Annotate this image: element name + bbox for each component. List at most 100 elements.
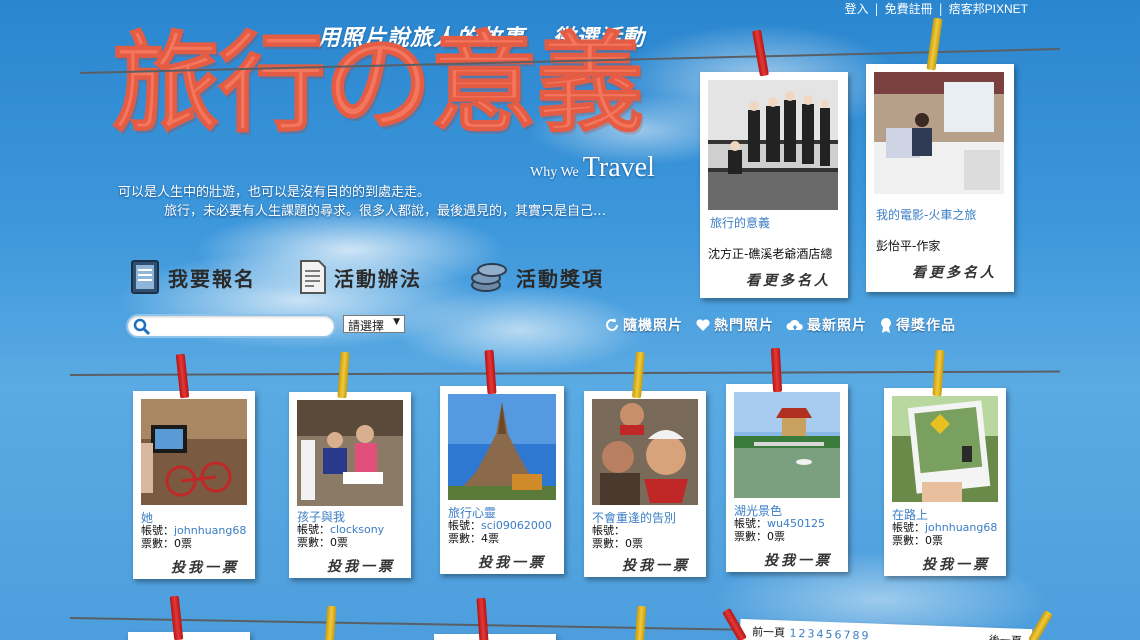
account-link[interactable]: wu450125 bbox=[767, 517, 825, 530]
intro-line-1: 可以是人生中的壯遊，也可以是沒有目的的到處走走。 bbox=[118, 185, 431, 200]
vote-button[interactable]: 投我一票 bbox=[171, 557, 239, 577]
account-link[interactable]: sci09062000 bbox=[481, 519, 552, 532]
subtitle-why-we: Why We bbox=[530, 165, 579, 180]
next-page-link[interactable]: 後一頁 bbox=[989, 632, 1023, 640]
clothespin-icon bbox=[770, 347, 783, 393]
photo-card[interactable]: 在路上 帳號：johnhuang68 票數：0票 投我一票 bbox=[884, 388, 1006, 576]
search-box bbox=[126, 314, 336, 338]
notebook-icon bbox=[131, 260, 159, 294]
vote-count: 票數：0票 bbox=[592, 537, 643, 550]
page-title: 旅行の意義 bbox=[111, 21, 644, 147]
page-link[interactable]: 1 bbox=[789, 627, 796, 640]
page-link[interactable]: 6 bbox=[834, 628, 841, 640]
filter-winners[interactable]: 得獎作品 bbox=[879, 315, 956, 335]
filter-popular[interactable]: 熱門照片 bbox=[695, 315, 774, 335]
clothespin-icon bbox=[484, 349, 497, 395]
featured-card[interactable]: 旅行的意義 沈方正-礁溪老爺酒店總 看更多名人 bbox=[700, 72, 848, 298]
page-numbers: 123456789 bbox=[788, 627, 869, 640]
refresh-icon bbox=[606, 318, 618, 331]
featured-author: 彭怡平-作家 bbox=[876, 239, 941, 253]
contest-photo[interactable] bbox=[297, 400, 403, 506]
photo-meta: 帳號： 票數：0票 bbox=[592, 524, 643, 550]
contest-photo[interactable] bbox=[734, 392, 840, 498]
contest-photo[interactable] bbox=[892, 396, 998, 502]
vote-count: 票數：0票 bbox=[141, 537, 192, 550]
rules-label: 活動辦法 bbox=[334, 266, 422, 291]
more-celebrities-link[interactable]: 看更多名人 bbox=[746, 270, 831, 290]
contest-photo[interactable] bbox=[141, 399, 247, 505]
photo-meta: 帳號：wu450125 票數：0票 bbox=[734, 517, 825, 543]
page-link[interactable]: 3 bbox=[807, 627, 814, 640]
clothespin-icon bbox=[324, 605, 337, 640]
document-icon bbox=[300, 260, 326, 294]
page-link[interactable]: 8 bbox=[852, 629, 859, 640]
vote-count: 票數：0票 bbox=[297, 536, 348, 549]
vote-button[interactable]: 投我一票 bbox=[327, 556, 395, 576]
photo-meta: 帳號：sci09062000 票數：4票 bbox=[448, 519, 552, 545]
dropdown-arrow-icon: ▼ bbox=[393, 317, 400, 327]
featured-photo[interactable] bbox=[708, 80, 838, 210]
featured-author: 沈方正-礁溪老爺酒店總 bbox=[708, 247, 833, 261]
photo-filters: 隨機照片 熱門照片 最新照片 得獎作品 bbox=[604, 315, 956, 335]
clothespin-icon bbox=[476, 597, 489, 640]
contest-photo[interactable] bbox=[448, 394, 556, 500]
search-icon[interactable] bbox=[133, 318, 151, 336]
rules-button[interactable]: 活動辦法 bbox=[296, 258, 422, 296]
top-nav: 登入 | 免費註冊 | 痞客邦PIXNET bbox=[845, 0, 1028, 17]
register-link[interactable]: 免費註冊 bbox=[885, 2, 933, 16]
filter-latest[interactable]: 最新照片 bbox=[786, 315, 867, 335]
more-celebrities-link[interactable]: 看更多名人 bbox=[912, 262, 997, 282]
heart-icon bbox=[696, 319, 710, 331]
page-link[interactable]: 2 bbox=[798, 627, 805, 640]
subtitle-travel: Travel bbox=[582, 152, 655, 183]
vote-button[interactable]: 投我一票 bbox=[622, 555, 690, 575]
photo-card[interactable]: 湖光景色 帳號：wu450125 票數：0票 投我一票 bbox=[726, 384, 848, 572]
prizes-label: 活動獎項 bbox=[516, 266, 604, 291]
page-link[interactable]: 5 bbox=[825, 628, 832, 640]
photo-card[interactable]: 孩子與我 帳號：clocksony 票數：0票 投我一票 bbox=[289, 392, 411, 578]
contest-photo[interactable] bbox=[592, 399, 698, 505]
clothespin-icon bbox=[752, 29, 769, 77]
pixnet-link[interactable]: 痞客邦PIXNET bbox=[949, 2, 1028, 16]
featured-photo[interactable] bbox=[874, 72, 1004, 194]
photo-card[interactable] bbox=[128, 632, 250, 640]
logo-subtitle: Why We Travel bbox=[530, 152, 655, 184]
cloud-upload-icon bbox=[786, 319, 803, 330]
vote-count: 票數：0票 bbox=[734, 530, 785, 543]
coins-icon bbox=[471, 263, 507, 292]
vote-button[interactable]: 投我一票 bbox=[764, 550, 832, 570]
prizes-button[interactable]: 活動獎項 bbox=[468, 258, 604, 296]
photo-card[interactable]: 旅行心靈 帳號：sci09062000 票數：4票 投我一票 bbox=[440, 386, 564, 574]
prev-page-link[interactable]: 前一頁 bbox=[752, 625, 785, 639]
clothespin-icon bbox=[926, 17, 943, 71]
select-value: 請選擇 bbox=[348, 319, 385, 333]
vote-button[interactable]: 投我一票 bbox=[922, 554, 990, 574]
photo-card[interactable]: 不會重逢的告別 帳號： 票數：0票 投我一票 bbox=[584, 391, 706, 577]
vote-count: 票數：4票 bbox=[448, 532, 499, 545]
featured-title[interactable]: 我的電影-火車之旅 bbox=[876, 206, 976, 223]
signup-label: 我要報名 bbox=[168, 266, 256, 291]
featured-card[interactable]: 我的電影-火車之旅 彭怡平-作家 看更多名人 bbox=[866, 64, 1014, 292]
account-link[interactable]: johnhuang68 bbox=[174, 524, 246, 537]
featured-title[interactable]: 旅行的意義 bbox=[710, 214, 770, 231]
page-link[interactable]: 4 bbox=[816, 628, 823, 640]
category-select[interactable]: 請選擇 ▼ bbox=[343, 315, 405, 333]
account-link[interactable]: johnhuang68 bbox=[925, 521, 997, 534]
vote-count: 票數：0票 bbox=[892, 534, 943, 547]
page-link[interactable]: 9 bbox=[861, 629, 868, 640]
vote-button[interactable]: 投我一票 bbox=[478, 552, 546, 572]
page-link[interactable]: 7 bbox=[843, 629, 850, 640]
photo-meta: 帳號：johnhuang68 票數：0票 bbox=[892, 521, 998, 547]
intro-text: 可以是人生中的壯遊，也可以是沒有目的的到處走走。 旅行，未必要有人生課題的尋求。… bbox=[118, 183, 708, 221]
photo-card[interactable]: 她 帳號：johnhuang68 票數：0票 投我一票 bbox=[133, 391, 255, 579]
account-link[interactable]: clocksony bbox=[330, 523, 384, 536]
login-link[interactable]: 登入 bbox=[845, 2, 869, 16]
search-input[interactable] bbox=[152, 318, 328, 334]
separator: | bbox=[938, 2, 943, 16]
photo-meta: 帳號：clocksony 票數：0票 bbox=[297, 523, 385, 549]
pagination: 前一頁 123456789 後一頁 bbox=[739, 618, 1033, 640]
signup-button[interactable]: 我要報名 bbox=[128, 258, 256, 296]
photo-card[interactable] bbox=[434, 634, 556, 640]
separator: | bbox=[874, 2, 879, 16]
filter-random[interactable]: 隨機照片 bbox=[604, 315, 683, 335]
